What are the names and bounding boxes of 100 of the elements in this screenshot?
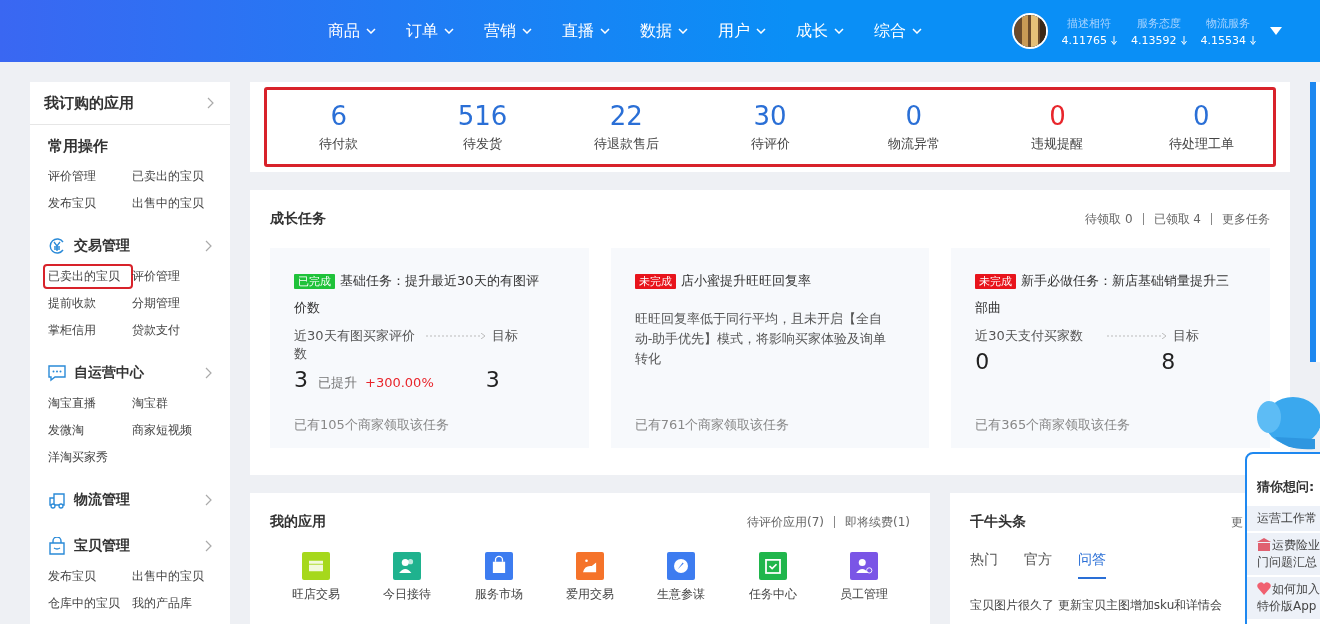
sidebar-link[interactable]: 提前收款	[48, 290, 132, 317]
task-card[interactable]: 未完成 店小蜜提升旺旺回复率 旺旺回复率低于同行平均，且未开启【全自动-助手优先】模式，将影响买家体验及询单转化 已有761个商家领取该任务	[610, 248, 930, 448]
sidebar-link[interactable]: 出售中的宝贝	[132, 563, 222, 590]
target-label: 目标	[1173, 327, 1200, 345]
section-title: 自运营中心	[74, 364, 144, 382]
chevron-icon[interactable]	[207, 97, 214, 109]
chevron-icon[interactable]	[205, 240, 212, 252]
sidebar-link[interactable]: 我的产品库	[132, 590, 222, 617]
sidebar-title[interactable]: 我订购的应用	[44, 93, 134, 113]
down-arrow-icon	[1250, 35, 1256, 45]
nav-menu-item[interactable]: 直播	[562, 20, 640, 42]
nav-menu-item[interactable]: 数据	[640, 20, 718, 42]
chevron-icon[interactable]	[205, 494, 212, 506]
chevron-icon[interactable]	[205, 367, 212, 379]
truck-icon	[48, 491, 66, 509]
stat-label: 待付款	[319, 135, 359, 153]
app-shortcut[interactable]: 员工管理	[834, 551, 895, 604]
sidebar-link[interactable]: 贷款支付	[132, 317, 222, 344]
question-link[interactable]: 运营工作常	[1247, 506, 1320, 531]
app-shortcut[interactable]: 服务市场	[468, 551, 529, 604]
news-tab[interactable]: 热门	[970, 551, 998, 579]
task-footer: 已有365个商家领取该任务	[975, 416, 1230, 434]
task-footer: 已有761个商家领取该任务	[634, 416, 890, 434]
stat-label: 违规提醒	[1031, 135, 1084, 153]
chevron-icon[interactable]	[205, 540, 212, 552]
panel-link[interactable]: 已领取 4	[1153, 210, 1201, 228]
section-title: 常用操作	[48, 136, 108, 156]
bag-icon	[48, 537, 66, 555]
stat-value[interactable]: 0	[1049, 101, 1066, 131]
app-shortcut[interactable]: 爱用交易	[559, 551, 620, 604]
question-link[interactable]: 如何加入特价版App	[1247, 577, 1320, 619]
rating-label: 物流服务	[1206, 15, 1251, 31]
app-shortcut[interactable]: 生意参谋	[651, 551, 712, 604]
stat-value[interactable]: 0	[905, 101, 922, 131]
nav-menu-item[interactable]: 商品	[328, 20, 406, 42]
stat-label: 待评价	[750, 135, 790, 153]
sidebar-link[interactable]: 淘宝群	[132, 390, 222, 417]
panel-link[interactable]: 更多任务	[1222, 210, 1270, 228]
nav-menu-item[interactable]: 订单	[406, 20, 484, 42]
target-value: 3	[485, 367, 500, 392]
sidebar-link[interactable]: 发布宝贝	[48, 563, 132, 590]
rating-value: 4.11765	[1061, 33, 1107, 47]
target-label: 目标	[492, 327, 518, 345]
caret-icon	[522, 28, 532, 34]
task-card[interactable]: 已完成 基础任务：提升最近30天的有图评价数 近30天有图买家评价数 目标 3 已提升 +300.00% 3 已有105个商家领取该任务	[270, 248, 589, 448]
panel-link[interactable]: 待评价应用(7)	[747, 513, 824, 531]
stat-value[interactable]: 6	[330, 101, 348, 131]
yen-icon	[48, 237, 66, 255]
current-value: 0	[975, 349, 990, 374]
rating-label: 服务态度	[1136, 15, 1181, 31]
stat-value[interactable]: 30	[753, 101, 787, 131]
panel-title: 千牛头条	[970, 513, 1026, 531]
task-title: 已完成 基础任务：提升最近30天的有图评价数	[294, 272, 540, 317]
dropdown-icon[interactable]	[1270, 27, 1282, 35]
app-shortcut[interactable]: 旺店交易	[285, 551, 346, 604]
question-link[interactable]: 运费险业门问题汇总	[1247, 533, 1320, 575]
more-link[interactable]: 更	[1231, 513, 1243, 531]
caret-icon	[444, 28, 454, 34]
dotted-arrow-icon	[1107, 333, 1168, 339]
stat-value[interactable]: 0	[1192, 101, 1210, 131]
heart-icon	[1257, 582, 1271, 595]
sidebar-link[interactable]: 已卖出的宝贝	[44, 265, 132, 288]
panel-link[interactable]: 待领取 0	[1085, 210, 1133, 228]
caret-icon	[912, 28, 922, 34]
sidebar-link[interactable]: 商家短视频	[132, 417, 222, 444]
panel-link[interactable]: 即将续费(1)	[845, 513, 910, 531]
panel-title: 我的应用	[270, 513, 326, 531]
caret-icon	[678, 28, 688, 34]
panel-title: 成长任务	[270, 210, 326, 228]
improve-value: +300.00%	[365, 375, 434, 390]
improve-label: 已提升	[318, 374, 357, 392]
building-icon	[1257, 538, 1271, 551]
sidebar-link[interactable]: 淘宝直播	[48, 390, 132, 417]
sidebar-link[interactable]: 仓库中的宝贝	[48, 590, 132, 617]
task-description: 旺旺回复率低于同行平均，且未开启【全自动-助手优先】模式，将影响买家体验及询单转化	[634, 310, 888, 368]
stat-value[interactable]: 22	[609, 101, 643, 131]
metric-label: 近30天支付买家数	[975, 327, 1084, 345]
news-tab[interactable]: 问答	[1078, 551, 1106, 579]
sidebar-link[interactable]: 分期管理	[132, 290, 222, 317]
news-tab[interactable]: 官方	[1024, 551, 1052, 579]
nav-menu-item[interactable]: 营销	[484, 20, 562, 42]
app-shortcut[interactable]: 今日接待	[377, 551, 438, 604]
sidebar-link[interactable]: 评价管理	[48, 163, 132, 190]
metric-label: 近30天有图买家评价数	[294, 327, 416, 363]
task-card[interactable]: 未完成 新手必做任务：新店基础销量提升三部曲 近30天支付买家数 目标 0 8 已有365个商家领取该任务	[951, 248, 1270, 448]
down-arrow-icon	[1111, 35, 1117, 45]
sidebar-link[interactable]: 发布宝贝	[48, 190, 132, 217]
task-title: 未完成 新手必做任务：新店基础销量提升三部曲	[975, 272, 1230, 317]
caret-icon	[366, 28, 376, 34]
task-title: 未完成 店小蜜提升旺旺回复率	[634, 268, 890, 295]
popup-title: 猜你想问:	[1256, 478, 1316, 496]
sidebar-link[interactable]: 洋淘买家秀	[48, 444, 132, 471]
target-value: 8	[1161, 349, 1176, 374]
app-shortcut[interactable]: 任务中心	[742, 551, 803, 604]
sidebar-link[interactable]: 掌柜信用	[48, 317, 132, 344]
stat-value[interactable]: 516	[457, 101, 508, 131]
caret-icon	[600, 28, 610, 34]
sidebar-link[interactable]: 发微淘	[48, 417, 132, 444]
sidebar-link[interactable]: 已卖出的宝贝	[132, 163, 222, 190]
sidebar-link[interactable]: 出售中的宝贝	[132, 190, 222, 217]
